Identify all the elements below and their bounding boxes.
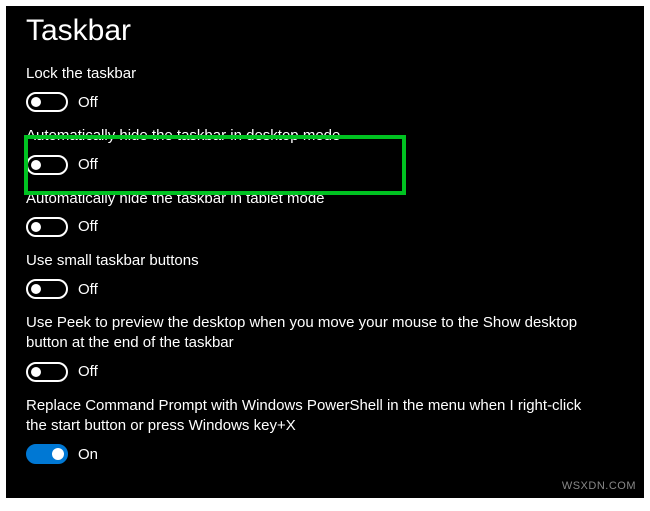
toggle-state-text: On	[78, 446, 98, 463]
powershell-toggle[interactable]	[26, 444, 68, 464]
toggle-state-text: Off	[78, 218, 98, 235]
setting-label: Use Peek to preview the desktop when you…	[26, 313, 606, 354]
toggle-state-text: Off	[78, 94, 98, 111]
setting-powershell: Replace Command Prompt with Windows Powe…	[26, 396, 624, 465]
setting-label: Use small taskbar buttons	[26, 251, 606, 271]
toggle-row: Off	[26, 155, 624, 175]
hide-desktop-toggle[interactable]	[26, 155, 68, 175]
toggle-state-text: Off	[78, 363, 98, 380]
small-buttons-toggle[interactable]	[26, 279, 68, 299]
toggle-row: Off	[26, 217, 624, 237]
toggle-row: Off	[26, 279, 624, 299]
setting-label: Automatically hide the taskbar in tablet…	[26, 189, 606, 209]
peek-toggle[interactable]	[26, 362, 68, 382]
toggle-state-text: Off	[78, 156, 98, 173]
toggle-state-text: Off	[78, 281, 98, 298]
settings-window: Taskbar Lock the taskbar Off Automatical…	[6, 6, 644, 498]
setting-label: Automatically hide the taskbar in deskto…	[26, 126, 606, 146]
toggle-row: On	[26, 444, 624, 464]
setting-small-buttons: Use small taskbar buttons Off	[26, 251, 624, 299]
setting-hide-desktop: Automatically hide the taskbar in deskto…	[26, 126, 624, 174]
watermark-text: WSXDN.COM	[562, 480, 636, 492]
setting-hide-tablet: Automatically hide the taskbar in tablet…	[26, 189, 624, 237]
setting-label: Replace Command Prompt with Windows Powe…	[26, 396, 606, 437]
setting-peek: Use Peek to preview the desktop when you…	[26, 313, 624, 382]
page-title: Taskbar	[26, 14, 624, 48]
lock-taskbar-toggle[interactable]	[26, 92, 68, 112]
setting-lock-taskbar: Lock the taskbar Off	[26, 64, 624, 112]
hide-tablet-toggle[interactable]	[26, 217, 68, 237]
setting-label: Lock the taskbar	[26, 64, 606, 84]
toggle-row: Off	[26, 362, 624, 382]
toggle-row: Off	[26, 92, 624, 112]
